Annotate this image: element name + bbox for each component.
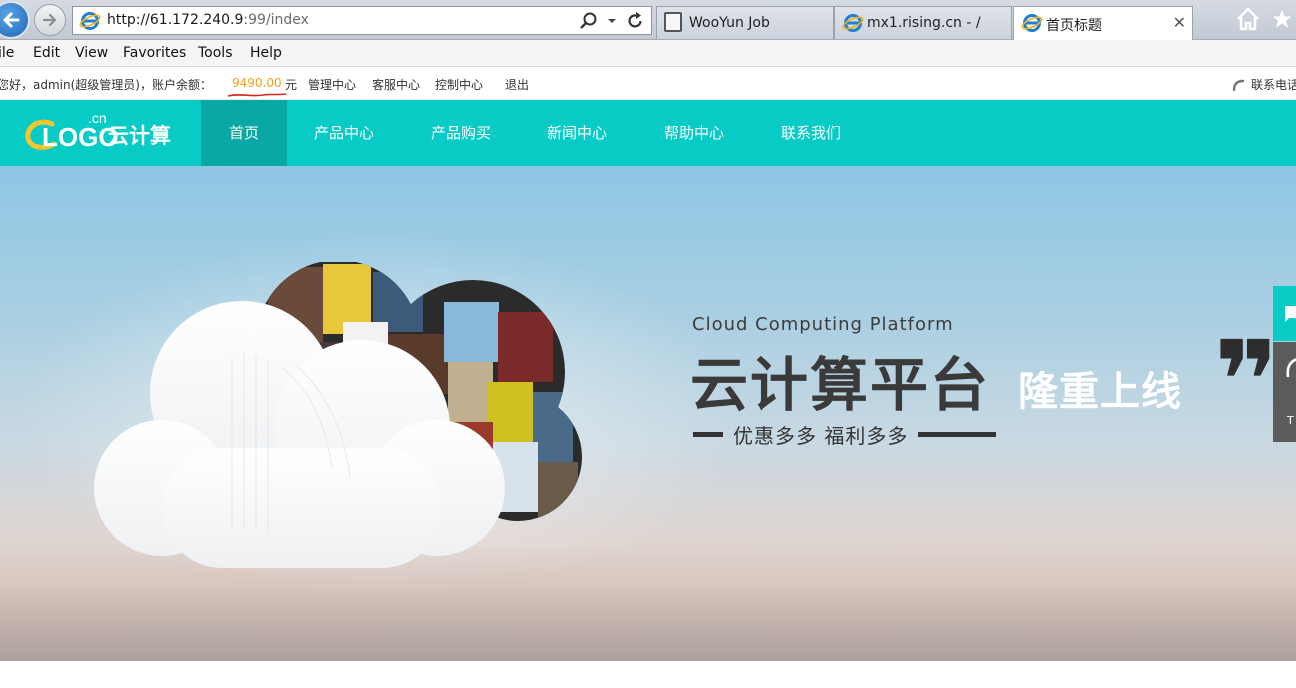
tagline-bar-right	[918, 432, 997, 437]
refresh-icon[interactable]	[625, 11, 645, 31]
nav-news[interactable]: 新闻中心	[533, 100, 621, 166]
back-button[interactable]	[0, 1, 30, 39]
address-url: http://61.172.240.9:99/index	[107, 12, 309, 28]
account-balance: 9490.00	[232, 76, 282, 90]
tab-label: WooYun Job	[689, 15, 770, 31]
close-icon[interactable]: ✕	[1173, 13, 1186, 32]
forward-button[interactable]	[34, 4, 66, 36]
nav-products[interactable]: 产品中心	[300, 100, 388, 166]
white-cloud-graphic	[94, 301, 505, 568]
red-underline-annotation	[227, 93, 287, 97]
link-service-center[interactable]: 客服中心	[372, 76, 420, 93]
banner-title: 云计算平台	[690, 351, 991, 419]
menu-bar: ile Edit View Favorites Tools Help	[0, 40, 1296, 67]
main-navigation: LOGO 云计算 .cn 首页 产品中心 产品购买 新闻中心 帮助中心 联系我们	[0, 100, 1296, 166]
menu-edit[interactable]: Edit	[33, 45, 60, 61]
floating-phone-button[interactable]: T	[1273, 342, 1296, 442]
arrow-right-icon	[42, 13, 57, 27]
home-icon[interactable]	[1234, 4, 1262, 34]
menu-file[interactable]: ile	[0, 45, 14, 61]
banner-tagline: 优惠多多 福利多多	[693, 420, 997, 449]
tab-label: mx1.rising.cn - /	[867, 15, 981, 31]
tab-current[interactable]: 首页标题 ✕	[1013, 6, 1193, 40]
browser-titlebar: http://61.172.240.9:99/index WooYun Job …	[0, 0, 1296, 40]
site-logo[interactable]: LOGO 云计算 .cn	[24, 110, 184, 156]
banner-subtitle-en: Cloud Computing Platform	[692, 314, 954, 335]
currency-label: 元	[285, 78, 298, 92]
tagline-bar-left	[693, 432, 723, 437]
page-bottom	[0, 661, 1296, 688]
logo-suffix: .cn	[88, 110, 107, 126]
site-topbar: 您好，admin(超级管理员)，账户余额： 9490.00 元 管理中心 客服中…	[0, 68, 1296, 100]
quote-mark-icon: ❞	[1214, 317, 1279, 445]
floating-service-button[interactable]	[1273, 286, 1296, 341]
favorites-star-icon[interactable]	[1268, 4, 1296, 34]
ie-icon	[79, 12, 101, 30]
address-path: :99/index	[243, 12, 309, 28]
menu-help[interactable]: Help	[250, 45, 282, 61]
logo-mark: LOGO 云计算 .cn	[25, 110, 171, 152]
link-admin-center[interactable]: 管理中心	[308, 76, 356, 93]
nav-home[interactable]: 首页	[201, 100, 287, 166]
tab-rising[interactable]: mx1.rising.cn - /	[834, 6, 1012, 39]
search-icon[interactable]	[579, 11, 599, 31]
address-bar[interactable]: http://61.172.240.9:99/index	[72, 6, 652, 35]
address-actions	[579, 9, 645, 33]
banner-title-suffix: 隆重上线	[1018, 369, 1182, 415]
chat-bubble-icon	[1285, 306, 1296, 322]
arrow-left-icon	[3, 12, 20, 28]
menu-tools[interactable]: Tools	[198, 45, 233, 61]
hero-banner[interactable]: Cloud Computing Platform 云计算平台 隆重上线 ❞ 优惠…	[0, 166, 1296, 661]
link-control-center[interactable]: 控制中心	[435, 76, 483, 93]
tagline-text: 优惠多多 福利多多	[733, 424, 909, 448]
contact-phone: 联系电话	[1251, 78, 1296, 92]
phone-icon	[1232, 79, 1245, 92]
nav-contact[interactable]: 联系我们	[767, 100, 855, 166]
nav-help[interactable]: 帮助中心	[650, 100, 738, 166]
logo-cn-text: 云计算	[108, 124, 171, 148]
logout-link[interactable]: 退出	[505, 76, 529, 93]
chevron-down-icon[interactable]	[607, 16, 617, 26]
floating-phone-label: T	[1287, 414, 1294, 427]
tab-wooyun[interactable]: WooYun Job	[656, 6, 834, 39]
nav-purchase[interactable]: 产品购买	[417, 100, 505, 166]
menu-favorites[interactable]: Favorites	[123, 45, 186, 61]
phone-icon	[1286, 358, 1296, 378]
greeting-text: 您好，admin(超级管理员)，账户余额：	[0, 78, 212, 92]
ie-icon	[842, 14, 864, 32]
tab-label: 首页标题	[1046, 18, 1102, 34]
briefcase-icon	[664, 12, 682, 32]
browser-right-icons	[1234, 4, 1296, 34]
menu-view[interactable]: View	[75, 45, 108, 61]
address-host: http://61.172.240.9	[107, 12, 244, 28]
ie-icon	[1021, 14, 1043, 32]
